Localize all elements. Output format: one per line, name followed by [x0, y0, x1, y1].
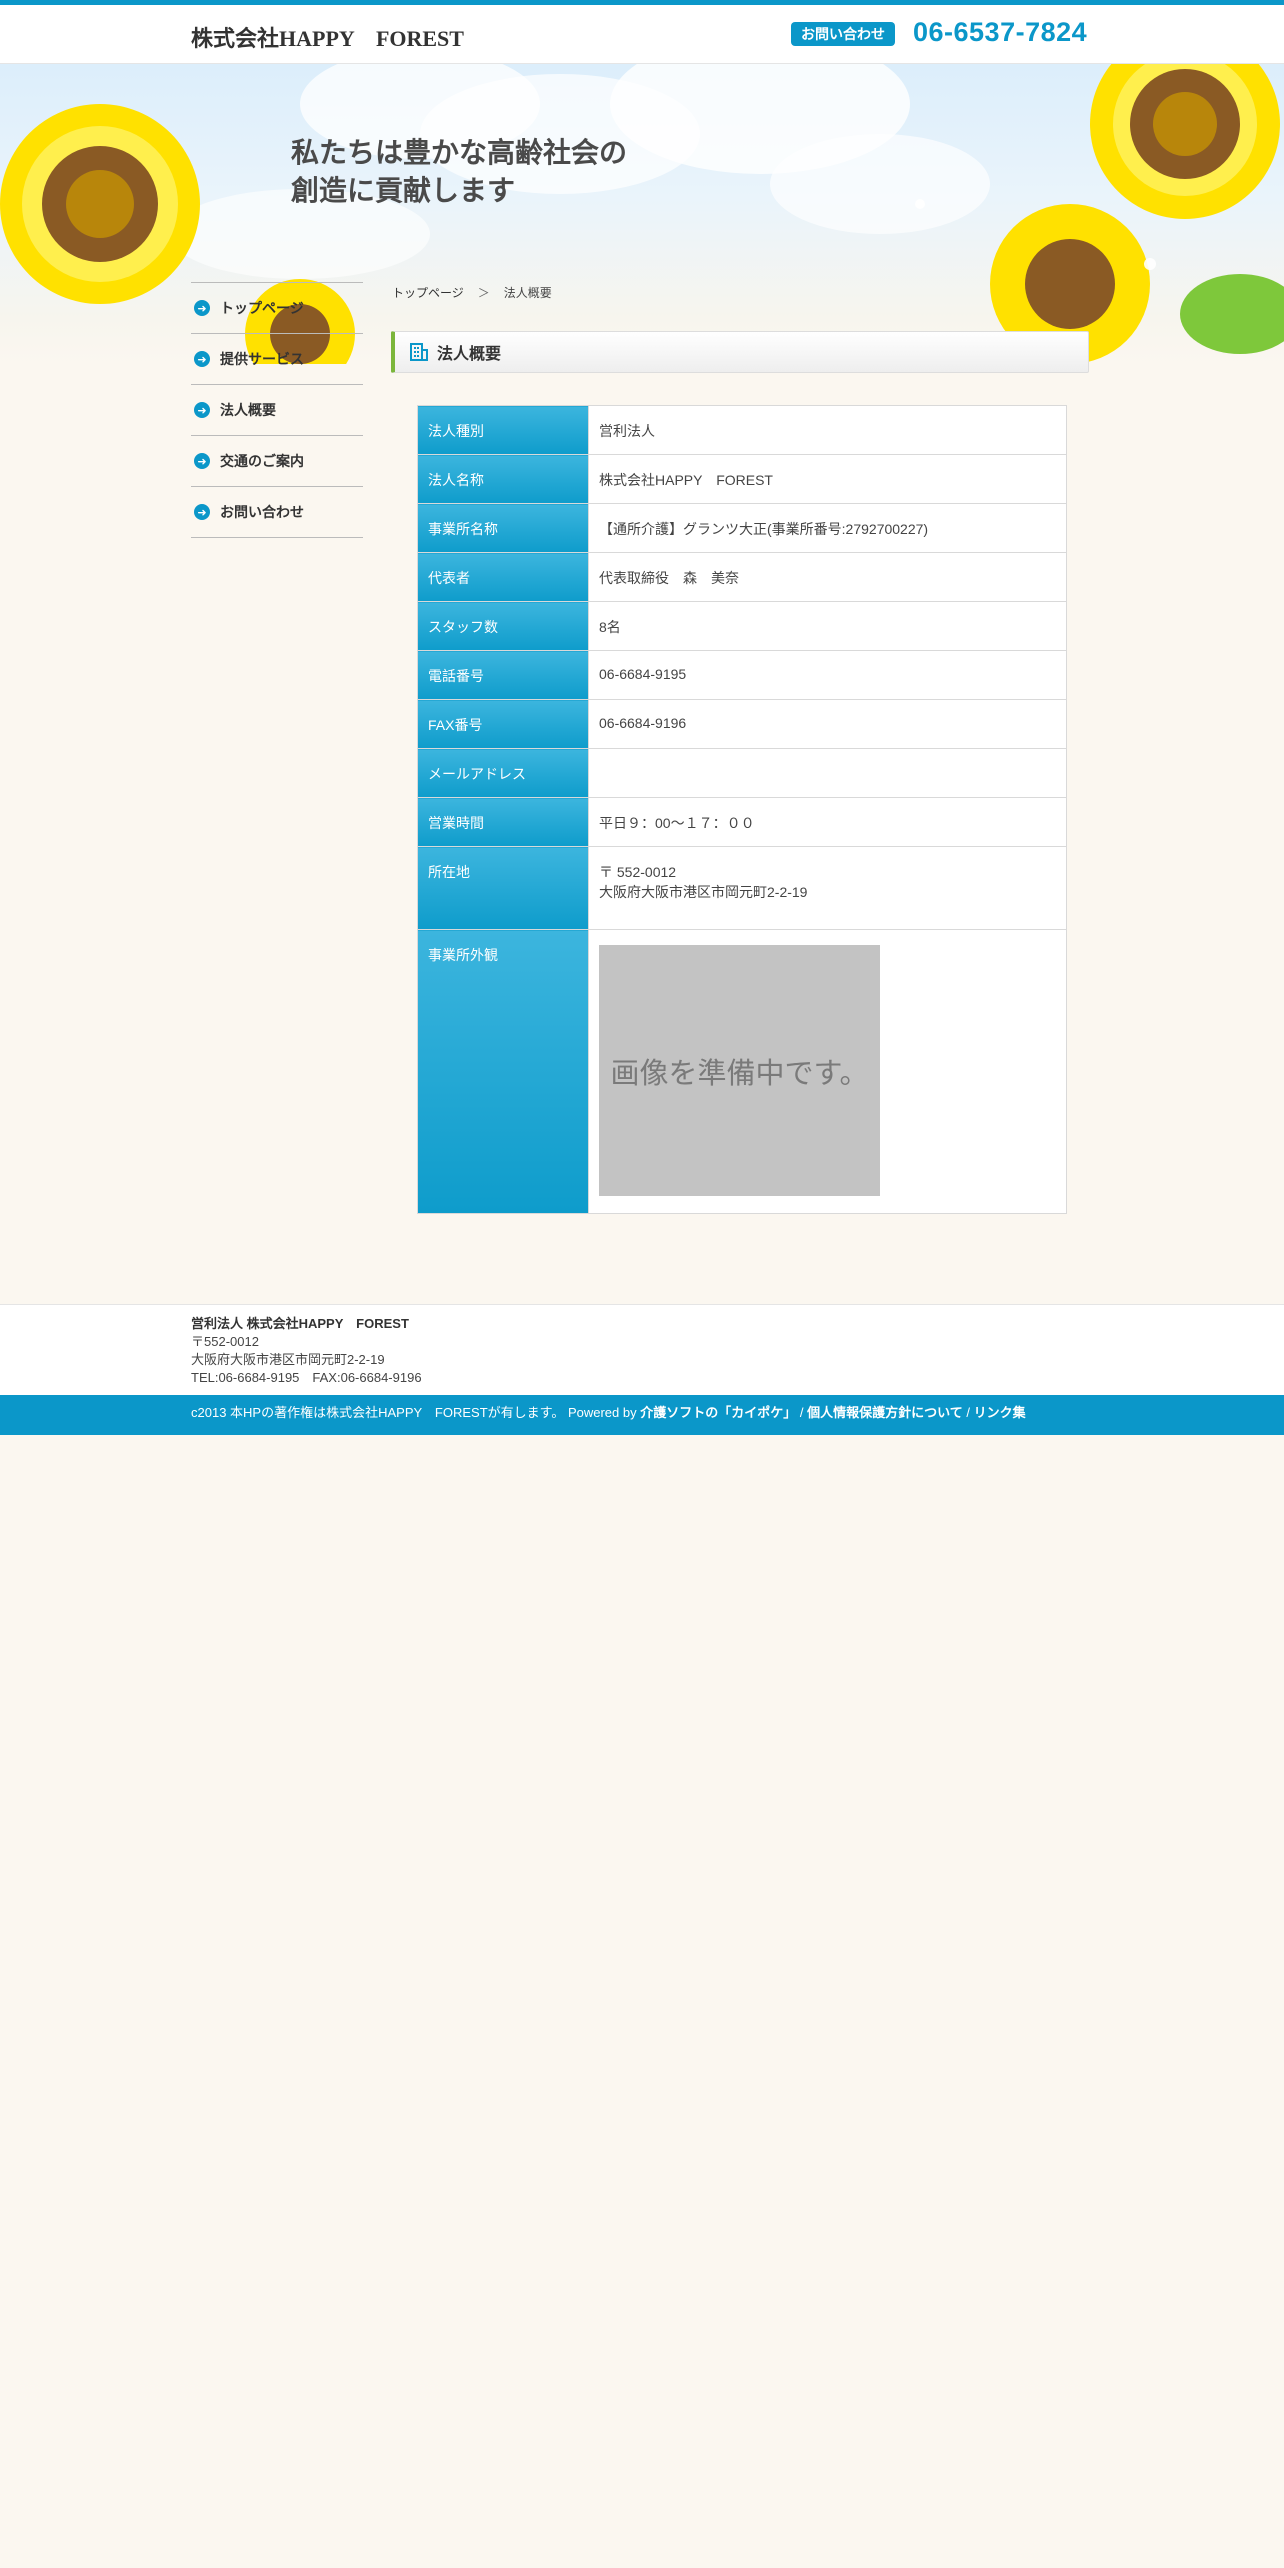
- site-title-link[interactable]: 株式会社HAPPY FOREST: [191, 21, 464, 53]
- row-value: 営利法人: [588, 405, 1067, 455]
- breadcrumb-home-link[interactable]: トップページ: [392, 286, 464, 300]
- sidebar-item-label: 提供サービス: [220, 351, 304, 367]
- footer-postal: 〒552-0012: [191, 1334, 259, 1349]
- address-line: 大阪府大阪市港区市岡元町2-2-19: [599, 884, 808, 900]
- sidebar-nav: ➜ トップページ ➜ 提供サービス ➜ 法人概要 ➜ 交通のご案内 ➜ お問い合…: [191, 282, 363, 538]
- footer-address: 大阪府大阪市港区市岡元町2-2-19: [191, 1352, 385, 1367]
- building-icon: [409, 342, 429, 362]
- table-row: メールアドレス: [417, 748, 1067, 798]
- row-label: 代表者: [417, 552, 589, 602]
- row-value: 株式会社HAPPY FOREST: [588, 454, 1067, 504]
- row-label: 電話番号: [417, 650, 589, 700]
- table-row: スタッフ数 8名: [417, 601, 1067, 651]
- table-row: 法人名称 株式会社HAPPY FOREST: [417, 454, 1067, 504]
- hero-catchphrase: 私たちは豊かな高齢社会の 創造に貢献します: [291, 137, 628, 206]
- row-value: 06-6684-9195: [588, 650, 1067, 700]
- breadcrumb-separator: ＞: [477, 286, 490, 300]
- arrow-right-circle-icon: ➜: [194, 402, 210, 418]
- copyright-text: c2013 本HPの著作権は株式会社HAPPY FORESTが有します。 Pow…: [191, 1404, 1091, 1422]
- footer-company-name: 営利法人 株式会社HAPPY FOREST: [191, 1316, 409, 1331]
- sidebar-item-label: 法人概要: [220, 402, 276, 418]
- row-label: 事業所名称: [417, 503, 589, 553]
- email-value: [588, 748, 1067, 798]
- row-value: 代表取締役 森 美奈: [588, 552, 1067, 602]
- footer-tel-fax: TEL:06-6684-9195 FAX:06-6684-9196: [191, 1370, 422, 1385]
- company-overview-table: 法人種別 営利法人 法人名称 株式会社HAPPY FOREST 事業所名称 【通…: [417, 405, 1067, 1214]
- table-row: 所在地 〒 552-0012 大阪府大阪市港区市岡元町2-2-19: [417, 846, 1067, 930]
- row-value: 平日９：00～１７：００: [588, 797, 1067, 847]
- sidebar-item-services[interactable]: ➜ 提供サービス: [191, 334, 363, 385]
- sidebar-item-label: お問い合わせ: [220, 504, 304, 520]
- site-header: 株式会社HAPPY FOREST お問い合わせ 06-6537-7824: [0, 5, 1284, 64]
- phone-number: 06-6537-7824: [913, 17, 1088, 47]
- table-row: 事業所名称 【通所介護】グランツ大正(事業所番号:2792700227): [417, 503, 1067, 553]
- contact-badge: お問い合わせ: [791, 22, 895, 46]
- footer-company-info: 営利法人 株式会社HAPPY FOREST 〒552-0012 大阪府大阪市港区…: [191, 1315, 422, 1387]
- arrow-right-circle-icon: ➜: [194, 300, 210, 316]
- row-label: メールアドレス: [417, 748, 589, 798]
- arrow-right-circle-icon: ➜: [194, 504, 210, 520]
- table-row: 営業時間 平日９：00～１７：００: [417, 797, 1067, 847]
- row-label: 所在地: [417, 846, 589, 930]
- section-title: 法人概要: [437, 346, 502, 363]
- sidebar-item-contact[interactable]: ➜ お問い合わせ: [191, 487, 363, 538]
- row-label: 法人種別: [417, 405, 589, 455]
- sidebar-item-label: 交通のご案内: [220, 453, 304, 469]
- row-label: スタッフ数: [417, 601, 589, 651]
- table-row: 事業所外観 画像を準備中です。: [417, 929, 1067, 1214]
- arrow-right-circle-icon: ➜: [194, 453, 210, 469]
- row-label: 法人名称: [417, 454, 589, 504]
- row-label: FAX番号: [417, 699, 589, 749]
- copyright-bar: c2013 本HPの著作権は株式会社HAPPY FORESTが有します。 Pow…: [0, 1395, 1284, 1435]
- table-row: 代表者 代表取締役 森 美奈: [417, 552, 1067, 602]
- row-value: 【通所介護】グランツ大正(事業所番号:2792700227): [588, 503, 1067, 553]
- table-row: 電話番号 06-6684-9195: [417, 650, 1067, 700]
- row-value: 06-6684-9196: [588, 699, 1067, 749]
- sidebar-item-label: トップページ: [220, 300, 304, 316]
- postal-code: 〒 552-0012: [599, 864, 677, 880]
- section-heading: 法人概要: [391, 331, 1089, 373]
- exterior-photo-cell: 画像を準備中です。: [588, 929, 1067, 1214]
- sidebar-item-access[interactable]: ➜ 交通のご案内: [191, 436, 363, 487]
- link-divider: /: [799, 1405, 804, 1420]
- sidebar-item-top[interactable]: ➜ トップページ: [191, 283, 363, 334]
- links-page-link[interactable]: リンク集: [974, 1405, 1026, 1420]
- breadcrumb-current: 法人概要: [503, 286, 552, 300]
- copyright-notice: c2013 本HPの著作権は株式会社HAPPY FORESTが有します。 Pow…: [191, 1405, 637, 1420]
- row-label: 営業時間: [417, 797, 589, 847]
- breadcrumb: トップページ ＞ 法人概要: [392, 284, 552, 301]
- row-value: 8名: [588, 601, 1067, 651]
- privacy-policy-link[interactable]: 個人情報保護方針について: [807, 1405, 963, 1420]
- sidebar-item-overview[interactable]: ➜ 法人概要: [191, 385, 363, 436]
- address-value: 〒 552-0012 大阪府大阪市港区市岡元町2-2-19: [588, 846, 1067, 930]
- row-label: 事業所外観: [417, 929, 589, 1214]
- arrow-right-circle-icon: ➜: [194, 351, 210, 367]
- link-divider: /: [966, 1405, 971, 1420]
- table-row: 法人種別 営利法人: [417, 405, 1067, 455]
- table-row: FAX番号 06-6684-9196: [417, 699, 1067, 749]
- site-footer: 営利法人 株式会社HAPPY FOREST 〒552-0012 大阪府大阪市港区…: [0, 1304, 1284, 1395]
- kaipoke-link[interactable]: 介護ソフトの「カイポケ」: [640, 1405, 796, 1420]
- exterior-photo-placeholder: 画像を準備中です。: [599, 945, 880, 1196]
